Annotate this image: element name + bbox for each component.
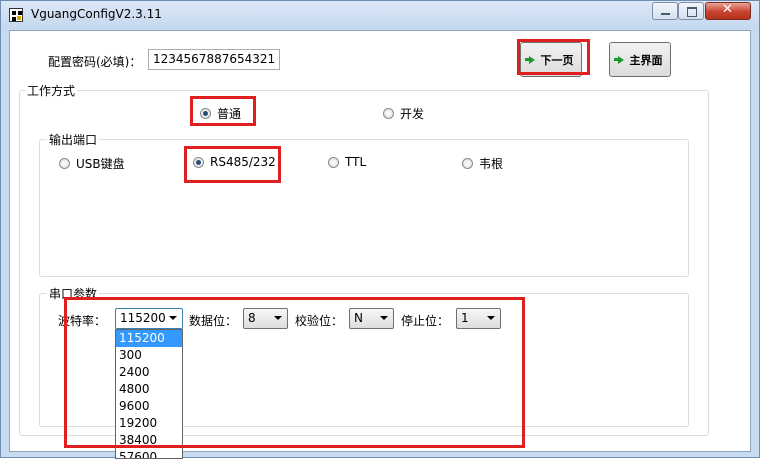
radio-ttl-label: TTL <box>345 155 367 169</box>
radio-wiegand-label: 韦根 <box>479 157 504 171</box>
highlight-rs485-radio <box>184 146 281 183</box>
password-input[interactable]: 1234567887654321 <box>148 49 280 70</box>
app-window: VguangConfigV2.3.11 ✕ 配置密码(必填)： 12345678… <box>0 0 760 459</box>
radio-unselected-icon <box>328 156 339 168</box>
radio-unselected-icon <box>383 108 394 119</box>
minimize-icon <box>661 13 670 15</box>
highlight-normal-radio <box>190 96 256 126</box>
highlight-next-button <box>517 39 590 75</box>
window-title: VguangConfigV2.3.11 <box>31 7 162 21</box>
radio-develop[interactable]: 开发 <box>383 105 424 122</box>
radio-unselected-icon <box>462 158 473 169</box>
radio-develop-label: 开发 <box>400 107 425 121</box>
title-bar: VguangConfigV2.3.11 ✕ <box>1 1 759 29</box>
maximize-button[interactable] <box>678 2 704 20</box>
output-port-title: 输出端口 <box>47 131 100 148</box>
close-icon: ✕ <box>722 2 733 17</box>
main-screen-button[interactable]: 主界面 <box>609 42 671 77</box>
radio-unselected-icon <box>59 158 70 169</box>
radio-usb-label: USB键盘 <box>76 157 125 171</box>
radio-ttl[interactable]: TTL <box>328 155 366 169</box>
highlight-serial-params <box>64 297 525 448</box>
radio-wiegand[interactable]: 韦根 <box>462 155 503 172</box>
main-screen-label: 主界面 <box>629 53 663 67</box>
qr-app-icon <box>9 8 23 22</box>
maximize-icon <box>687 7 697 17</box>
close-button[interactable]: ✕ <box>705 2 751 20</box>
password-label: 配置密码(必填)： <box>48 55 142 69</box>
work-mode-title: 工作方式 <box>25 82 78 99</box>
radio-usb-keyboard[interactable]: USB键盘 <box>59 155 125 172</box>
arrow-right-icon <box>613 55 624 64</box>
minimize-button[interactable] <box>652 2 678 20</box>
